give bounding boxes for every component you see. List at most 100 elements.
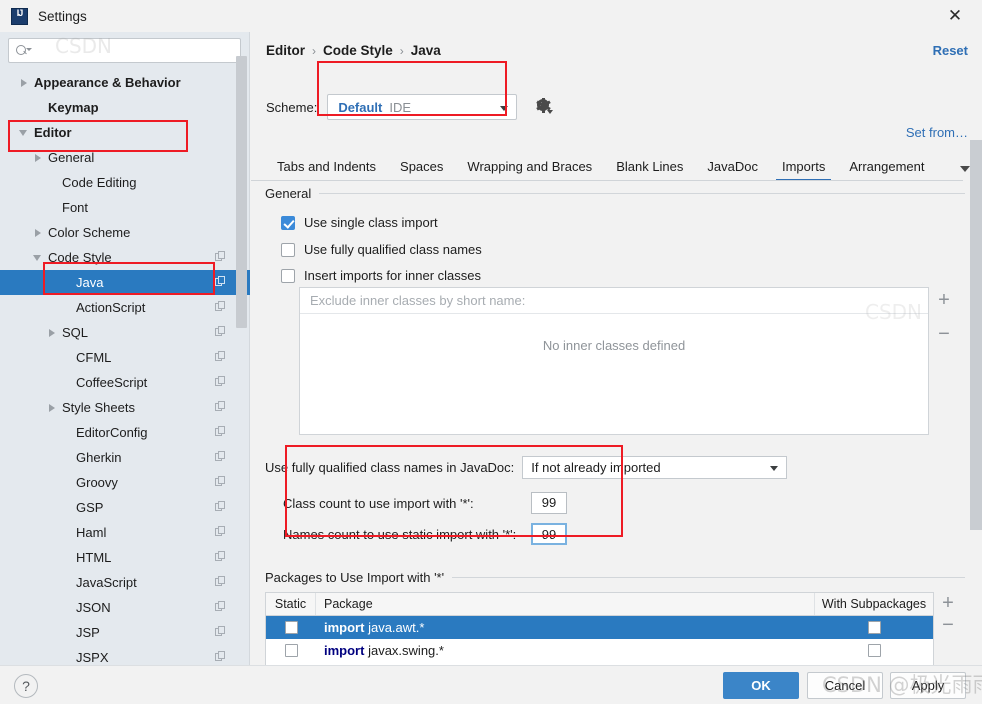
copy-scheme-icon[interactable] [215, 426, 227, 438]
tab-javadoc[interactable]: JavaDoc [695, 159, 770, 181]
remove-package-button[interactable]: − [937, 614, 959, 636]
copy-scheme-icon[interactable] [215, 276, 227, 288]
copy-scheme-icon[interactable] [215, 501, 227, 513]
sidebar-item-code-style[interactable]: Code Style [0, 245, 250, 270]
checkbox-insert-imports-for-inner-classes[interactable]: Insert imports for inner classes [281, 268, 481, 283]
checkbox-use-fully-qualified-class-names[interactable]: Use fully qualified class names [281, 242, 482, 257]
copy-scheme-icon[interactable] [215, 351, 227, 363]
chevron-right-icon[interactable] [32, 226, 46, 240]
breadcrumb-java[interactable]: Java [411, 43, 441, 58]
sidebar-item-code-editing[interactable]: Code Editing [0, 170, 250, 195]
sidebar-item-sql[interactable]: SQL [0, 320, 250, 345]
sidebar-item-coffeescript[interactable]: CoffeeScript [0, 370, 250, 395]
tab-blank-lines[interactable]: Blank Lines [604, 159, 695, 181]
tab-arrangement[interactable]: Arrangement [837, 159, 936, 181]
sidebar-item-editor[interactable]: Editor [0, 120, 250, 145]
sidebar-item-editorconfig[interactable]: EditorConfig [0, 420, 250, 445]
sidebar-item-color-scheme[interactable]: Color Scheme [0, 220, 250, 245]
add-exclude-button[interactable]: + [933, 290, 955, 310]
sidebar-item-style-sheets[interactable]: Style Sheets [0, 395, 250, 420]
checkbox-icon[interactable] [281, 242, 295, 257]
remove-exclude-button[interactable]: − [933, 324, 955, 344]
sidebar-item-html[interactable]: HTML [0, 545, 250, 570]
copy-scheme-icon[interactable] [215, 526, 227, 538]
sidebar-item-font[interactable]: Font [0, 195, 250, 220]
sidebar-item-keymap[interactable]: Keymap [0, 95, 250, 120]
breadcrumb-code-style[interactable]: Code Style [323, 43, 393, 58]
copy-scheme-icon[interactable] [215, 326, 227, 338]
scheme-dropdown[interactable]: Default IDE [327, 94, 518, 120]
checkbox-use-single-class-import[interactable]: Use single class import [281, 215, 438, 230]
copy-scheme-icon[interactable] [215, 626, 227, 638]
sidebar-item-json[interactable]: JSON [0, 595, 250, 620]
ok-button[interactable]: OK [723, 672, 799, 699]
column-header-static[interactable]: Static [266, 593, 316, 615]
copy-scheme-icon[interactable] [215, 451, 227, 463]
sidebar-item-java[interactable]: Java [0, 270, 250, 295]
sidebar-item-haml[interactable]: Haml [0, 520, 250, 545]
cancel-button[interactable]: Cancel [807, 672, 883, 699]
copy-scheme-icon[interactable] [215, 401, 227, 413]
subpackages-checkbox-icon[interactable] [867, 644, 881, 657]
chevron-down-icon[interactable] [18, 126, 32, 140]
chevron-down-icon[interactable] [32, 251, 46, 265]
set-from-link[interactable]: Set from… [906, 125, 968, 140]
copy-scheme-icon[interactable] [215, 551, 227, 563]
column-header-with-subpackages[interactable]: With Subpackages [815, 593, 933, 615]
sidebar-item-gherkin[interactable]: Gherkin [0, 445, 250, 470]
copy-scheme-icon[interactable] [215, 476, 227, 488]
chevron-right-icon[interactable] [18, 76, 32, 90]
apply-button[interactable]: Apply [890, 672, 966, 699]
reset-link[interactable]: Reset [933, 43, 968, 58]
close-icon[interactable]: ✕ [928, 0, 982, 32]
tab-imports[interactable]: Imports [770, 159, 837, 181]
sidebar-item-gsp[interactable]: GSP [0, 495, 250, 520]
sidebar-item-jsp[interactable]: JSP [0, 620, 250, 645]
static-checkbox-icon[interactable] [284, 621, 298, 634]
names-count-input[interactable]: 99 [531, 523, 567, 545]
subpackages-checkbox-icon[interactable] [867, 621, 881, 634]
main-scrollbar-track[interactable] [970, 32, 982, 665]
copy-scheme-icon[interactable] [215, 601, 227, 613]
table-row[interactable]: import javax.swing.* [266, 639, 933, 662]
search-box[interactable] [8, 38, 241, 63]
tab-spaces[interactable]: Spaces [388, 159, 455, 181]
packages-table[interactable]: Static Package With Subpackages import j… [265, 592, 934, 665]
sidebar-item-general[interactable]: General [0, 145, 250, 170]
sidebar-scrollbar-track[interactable] [236, 34, 247, 625]
chevron-right-icon[interactable] [32, 151, 46, 165]
code-style-tabs[interactable]: Tabs and Indents Spaces Wrapping and Brace… [265, 152, 977, 181]
copy-scheme-icon[interactable] [215, 651, 227, 663]
search-input[interactable] [28, 42, 240, 59]
sidebar-item-groovy[interactable]: Groovy [0, 470, 250, 495]
tab-wrapping-and-braces[interactable]: Wrapping and Braces [455, 159, 604, 181]
copy-scheme-icon[interactable] [215, 251, 227, 263]
tab-tabs-and-indents[interactable]: Tabs and Indents [265, 159, 388, 181]
sidebar-item-actionscript[interactable]: ActionScript [0, 295, 250, 320]
settings-tree[interactable]: Appearance & Behavior Keymap Editor General… [0, 70, 250, 665]
sidebar-scrollbar-thumb[interactable] [236, 56, 247, 328]
copy-scheme-icon[interactable] [215, 576, 227, 588]
sidebar-item-jspx[interactable]: JSPX [0, 645, 250, 665]
breadcrumb-editor[interactable]: Editor [266, 43, 305, 58]
class-count-input[interactable]: 99 [531, 492, 567, 514]
sidebar-item-javascript[interactable]: JavaScript [0, 570, 250, 595]
exclude-inner-classes-list[interactable]: Exclude inner classes by short name: No … [299, 287, 929, 435]
checkbox-icon[interactable] [281, 215, 295, 230]
table-row[interactable]: import java.awt.* [266, 616, 933, 639]
chevron-right-icon[interactable] [46, 326, 60, 340]
checkbox-icon[interactable] [281, 268, 295, 283]
javadoc-fqn-dropdown[interactable]: If not already imported [522, 456, 788, 479]
copy-scheme-icon[interactable] [215, 301, 227, 313]
gear-icon[interactable] [535, 97, 554, 116]
main-scrollbar-thumb[interactable] [970, 140, 982, 530]
exclude-list-placeholder[interactable]: Exclude inner classes by short name: [300, 288, 928, 314]
sidebar-item-cfml[interactable]: CFML [0, 345, 250, 370]
add-package-button[interactable]: + [937, 592, 959, 614]
column-header-package[interactable]: Package [316, 593, 815, 615]
chevron-right-icon[interactable] [46, 401, 60, 415]
help-button[interactable]: ? [14, 674, 38, 698]
copy-scheme-icon[interactable] [215, 376, 227, 388]
static-checkbox-icon[interactable] [284, 644, 298, 657]
sidebar-item-appearance-behavior[interactable]: Appearance & Behavior [0, 70, 250, 95]
